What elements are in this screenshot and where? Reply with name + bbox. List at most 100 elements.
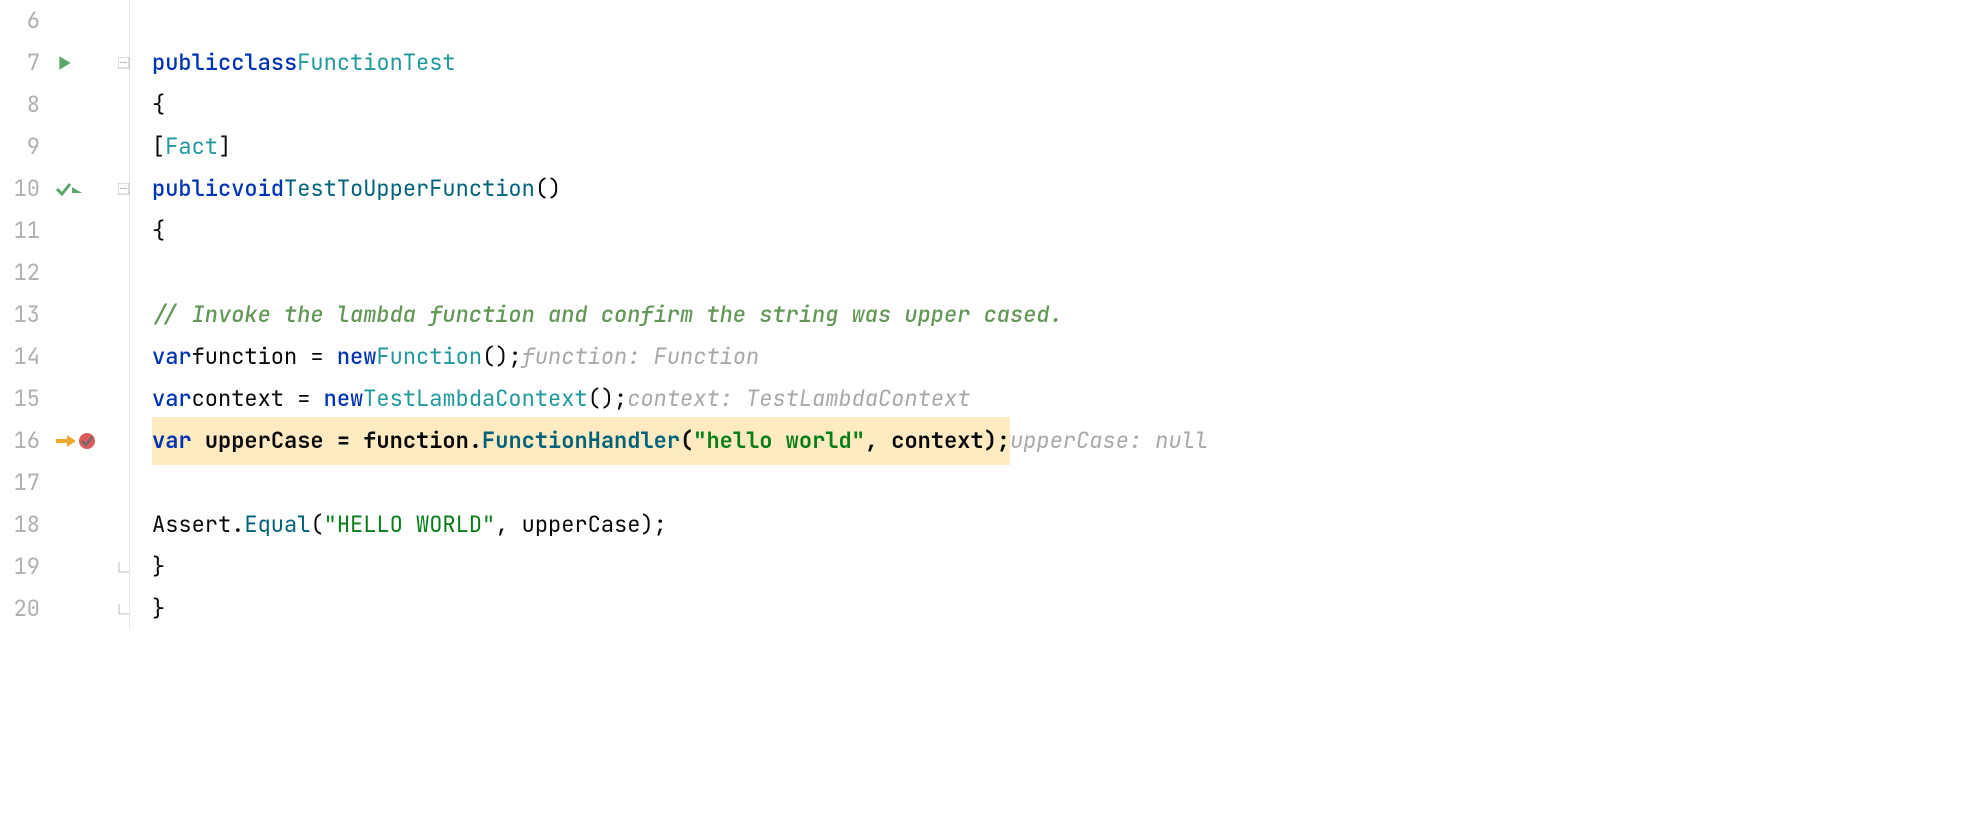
keyword: new bbox=[324, 378, 364, 420]
attribute: Fact bbox=[165, 126, 218, 168]
line-number: 8 bbox=[8, 84, 40, 126]
test-pass-run-icon[interactable] bbox=[56, 180, 84, 198]
keyword: public bbox=[152, 168, 231, 210]
line-number: 20 bbox=[8, 588, 40, 630]
string-literal: "HELLO WORLD" bbox=[324, 504, 496, 546]
line-number: 12 bbox=[8, 252, 40, 294]
line-number: 16 bbox=[8, 420, 40, 462]
run-icon[interactable] bbox=[56, 54, 74, 72]
breakpoint-check-icon[interactable] bbox=[78, 432, 96, 450]
fold-toggle-icon[interactable] bbox=[115, 168, 133, 210]
keyword: void bbox=[231, 168, 284, 210]
line-number: 15 bbox=[8, 378, 40, 420]
operator: = bbox=[324, 426, 364, 455]
line-number: 19 bbox=[8, 546, 40, 588]
code-line[interactable]: } bbox=[152, 546, 1970, 588]
code-line[interactable] bbox=[152, 0, 1970, 42]
identifier: upperCase bbox=[522, 504, 641, 546]
fold-toggle-icon[interactable] bbox=[115, 42, 133, 84]
string-literal: "hello world" bbox=[693, 426, 865, 455]
code-line[interactable]: var function = new Function(); function:… bbox=[152, 336, 1970, 378]
brace: } bbox=[152, 546, 165, 588]
code-line[interactable]: { bbox=[152, 84, 1970, 126]
keyword: public bbox=[152, 42, 231, 84]
code-line[interactable]: public void TestToUpperFunction() bbox=[152, 168, 1970, 210]
line-number: 7 bbox=[8, 42, 40, 84]
gutter-row: 6 bbox=[0, 0, 129, 42]
line-number: 18 bbox=[8, 504, 40, 546]
line-number: 17 bbox=[8, 462, 40, 504]
keyword: var bbox=[152, 378, 192, 420]
code-line[interactable]: var context = new TestLambdaContext(); c… bbox=[152, 378, 1970, 420]
gutter-row: 17 bbox=[0, 462, 129, 504]
code-line[interactable]: Assert.Equal("HELLO WORLD", upperCase); bbox=[152, 504, 1970, 546]
gutter-row: 15 bbox=[0, 378, 129, 420]
keyword: class bbox=[231, 42, 297, 84]
method-call: Equal bbox=[244, 504, 310, 546]
operator: = bbox=[297, 336, 337, 378]
comment: // Invoke the lambda function and confir… bbox=[152, 294, 1063, 336]
dot: . bbox=[231, 504, 244, 546]
gutter-row: 11 bbox=[0, 210, 129, 252]
keyword: var bbox=[152, 426, 192, 455]
identifier: upperCase bbox=[205, 426, 324, 455]
keyword: var bbox=[152, 336, 192, 378]
inlay-hint: context: TestLambdaContext bbox=[627, 378, 970, 420]
inlay-hint: function: Function bbox=[522, 336, 760, 378]
line-number: 13 bbox=[8, 294, 40, 336]
code-line[interactable]: [Fact] bbox=[152, 126, 1970, 168]
type-name: FunctionTest bbox=[297, 42, 455, 84]
type-name: Function bbox=[376, 336, 482, 378]
gutter-row[interactable]: 7 bbox=[0, 42, 129, 84]
line-number: 9 bbox=[8, 126, 40, 168]
brace: { bbox=[152, 84, 165, 126]
method-call: FunctionHandler bbox=[482, 426, 680, 455]
gutter-row: 13 bbox=[0, 294, 129, 336]
paren: ( bbox=[310, 504, 323, 546]
line-number: 10 bbox=[8, 168, 40, 210]
brace: { bbox=[152, 210, 165, 252]
bracket: ] bbox=[218, 126, 231, 168]
line-number: 14 bbox=[8, 336, 40, 378]
code-line[interactable] bbox=[152, 252, 1970, 294]
paren: () bbox=[535, 168, 561, 210]
code-editor[interactable]: 6 7 8 9 10 11 12 bbox=[0, 0, 1970, 630]
code-line[interactable]: } bbox=[152, 588, 1970, 630]
method-name: TestToUpperFunction bbox=[284, 168, 535, 210]
paren: ); bbox=[640, 504, 666, 546]
punct: (); bbox=[588, 378, 628, 420]
dot: . bbox=[469, 426, 482, 455]
code-line[interactable]: // Invoke the lambda function and confir… bbox=[152, 294, 1970, 336]
gutter-row: 19 bbox=[0, 546, 129, 588]
inlay-hint: upperCase: null bbox=[1010, 420, 1208, 462]
bracket: [ bbox=[152, 126, 165, 168]
keyword: new bbox=[337, 336, 377, 378]
paren: ); bbox=[984, 426, 1010, 455]
code-area[interactable]: public class FunctionTest { [Fact] publi… bbox=[130, 0, 1970, 630]
type-name: TestLambdaContext bbox=[363, 378, 587, 420]
gutter-row: 18 bbox=[0, 504, 129, 546]
gutter-row[interactable]: 16 bbox=[0, 420, 129, 462]
gutter: 6 7 8 9 10 11 12 bbox=[0, 0, 130, 630]
gutter-row[interactable]: 10 bbox=[0, 168, 129, 210]
identifier: context bbox=[192, 378, 284, 420]
fold-end-icon[interactable] bbox=[115, 588, 133, 630]
comma: , bbox=[495, 504, 521, 546]
code-line[interactable]: { bbox=[152, 210, 1970, 252]
fold-end-icon[interactable] bbox=[115, 546, 133, 588]
gutter-row: 12 bbox=[0, 252, 129, 294]
gutter-row: 14 bbox=[0, 336, 129, 378]
code-line-current[interactable]: var upperCase = function.FunctionHandler… bbox=[152, 420, 1970, 462]
identifier: context bbox=[891, 426, 983, 455]
line-number: 11 bbox=[8, 210, 40, 252]
code-line[interactable] bbox=[152, 462, 1970, 504]
comma: , bbox=[865, 426, 891, 455]
paren: ( bbox=[680, 426, 693, 455]
identifier: function bbox=[363, 426, 469, 455]
execution-point-icon[interactable] bbox=[56, 432, 96, 450]
gutter-row: 9 bbox=[0, 126, 129, 168]
gutter-row: 8 bbox=[0, 84, 129, 126]
line-number: 6 bbox=[8, 0, 40, 42]
identifier: function bbox=[192, 336, 298, 378]
code-line[interactable]: public class FunctionTest bbox=[152, 42, 1970, 84]
